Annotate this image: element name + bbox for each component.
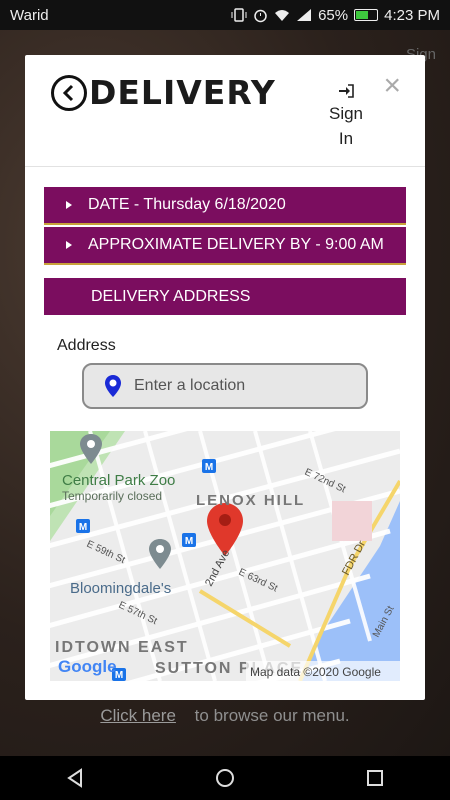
date-accordion[interactable]: DATE - Thursday 6/18/2020 [44, 187, 406, 225]
clock: 4:23 PM [384, 6, 440, 24]
status-bar: Warid 65% 4:23 PM [0, 0, 450, 30]
sign-in-label-2: In [338, 129, 354, 148]
address-field-label: Address [57, 337, 116, 354]
home-circle-icon[interactable] [214, 767, 236, 789]
battery-percent: 65% [318, 6, 349, 24]
map-attribution: Map data ©2020 Google [250, 665, 381, 679]
svg-text:M: M [205, 462, 213, 473]
modal-header: DELIVERY Sign In × [25, 55, 425, 167]
location-input[interactable] [134, 377, 354, 395]
delivery-address-header: DELIVERY ADDRESS [44, 278, 406, 315]
location-input-wrapper[interactable] [82, 363, 368, 409]
sign-in-button[interactable]: Sign In [323, 83, 369, 151]
delivery-modal: DELIVERY Sign In × DATE - Thursday 6/18/… [25, 55, 425, 700]
back-button[interactable] [51, 75, 87, 111]
sign-in-label-1: Sign [328, 104, 364, 123]
google-logo: Google [58, 657, 117, 676]
close-button[interactable]: × [383, 69, 401, 103]
delivery-address-label: DELIVERY ADDRESS [91, 287, 251, 305]
chevron-left-icon [62, 84, 74, 102]
map-label-zoo: Central Park Zoo [62, 472, 175, 489]
caret-right-icon [66, 241, 72, 249]
svg-text:M: M [79, 522, 87, 533]
date-label: DATE - Thursday 6/18/2020 [88, 196, 286, 213]
approx-delivery-accordion[interactable]: APPROXIMATE DELIVERY BY - 9:00 AM [44, 227, 406, 265]
map-label-lenox-hill: LENOX HILL [196, 492, 305, 509]
wifi-icon [275, 10, 290, 21]
browse-menu-line: Click here to browse our menu. [0, 706, 450, 726]
carrier-name: Warid [10, 6, 49, 24]
battery-icon [354, 9, 379, 21]
login-icon [339, 84, 354, 98]
approx-delivery-label: APPROXIMATE DELIVERY BY - 9:00 AM [88, 236, 384, 253]
browse-menu-text: to browse our menu. [194, 706, 350, 725]
vibrate-icon [231, 8, 247, 22]
caret-right-icon [66, 201, 72, 209]
map-label-midtown-east: IDTOWN EAST [55, 639, 189, 656]
delivery-map[interactable]: M M M M Central Park Zoo Temporarily clo… [50, 431, 400, 681]
browse-menu-link[interactable]: Click here [100, 706, 176, 725]
status-icons: 65% 4:23 PM [231, 7, 440, 24]
modal-title: DELIVERY [89, 73, 276, 112]
map-label-bloomingdales: Bloomingdale's [70, 580, 171, 597]
back-triangle-icon[interactable] [65, 768, 85, 788]
recents-square-icon[interactable] [365, 768, 385, 788]
map-label-zoo-status: Temporarily closed [62, 489, 162, 503]
location-pin-icon [105, 375, 121, 397]
alarm-icon [254, 9, 267, 22]
android-nav-bar [0, 756, 450, 800]
svg-text:M: M [185, 536, 193, 547]
signal-icon [297, 9, 312, 21]
